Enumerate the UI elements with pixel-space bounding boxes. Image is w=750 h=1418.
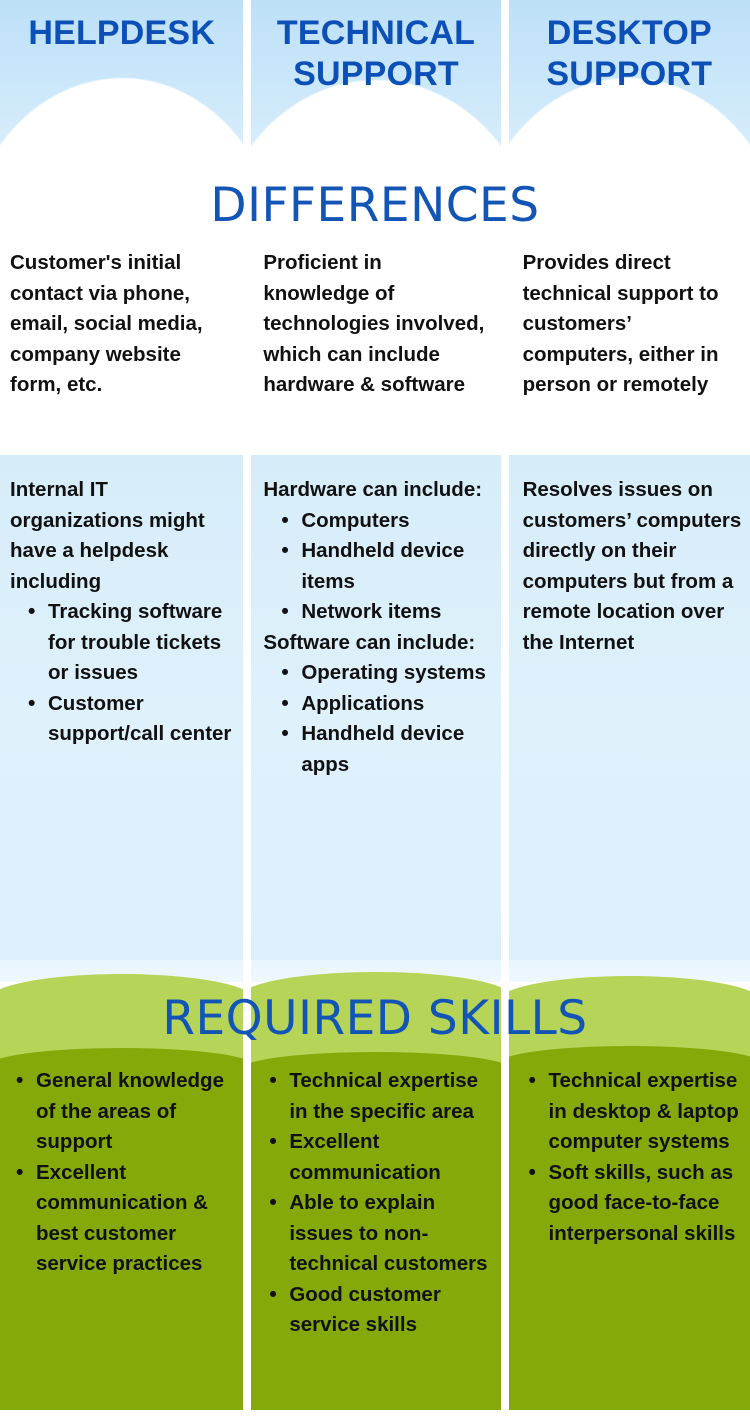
differences-row-two: Internal IT organizations might have a h… [0,455,750,975]
infographic-page: HELPDESK TECHNICAL SUPPORT DESKTOP SUPPO… [0,0,750,1418]
section-heading-required-skills: REQUIRED SKILLS [162,991,588,1046]
column-title-desktop-support: DESKTOP SUPPORT [546,14,713,94]
column-divider [501,1052,509,1410]
hardware-intro-text: Hardware can include: [263,478,483,501]
list-item: Customer support/call center [10,688,231,750]
software-bullet-list: Operating systems Applications Handheld … [263,657,492,780]
diff-cell-technical: Proficient in knowledge of technologies … [251,248,500,401]
list-item: Soft skills, such as good face-to-face i… [517,1157,740,1250]
skills-panel-technical: Technical expertise in the specific area… [251,1052,500,1410]
column-divider [500,0,509,160]
header-column-desktop-support: DESKTOP SUPPORT [508,0,750,160]
section-heading-differences: DIFFERENCES [210,178,540,233]
hardware-bullet-list: Computers Handheld device items Network … [263,505,492,628]
diff-text-desktop: Provides direct technical support to cus… [522,251,719,397]
column-divider [243,248,251,401]
list-item: Handheld device items [263,535,492,597]
diff-cell-desktop: Provides direct technical support to cus… [509,248,750,401]
header-sky-band: HELPDESK TECHNICAL SUPPORT DESKTOP SUPPO… [0,0,750,160]
list-item: Technical expertise in desktop & laptop … [517,1065,740,1158]
detail-panel-desktop: Resolves issues on customers’ computers … [508,455,750,975]
required-skills-row: General knowledge of the areas of suppor… [0,1052,750,1410]
column-divider [501,455,509,975]
header-column-technical-support: TECHNICAL SUPPORT [251,0,501,160]
diff-text-technical: Proficient in knowledge of technologies … [263,251,485,397]
column-divider [501,248,509,401]
list-item: Computers [263,505,492,537]
detail-panel-technical: Hardware can include: Computers Handheld… [251,455,501,975]
list-item: General knowledge of the areas of suppor… [4,1065,231,1158]
list-item: Tracking software for trouble tickets or… [10,596,231,689]
helpdesk-bullet-list: Tracking software for trouble tickets or… [10,596,231,750]
list-item: Able to explain issues to non-technical … [257,1187,490,1280]
header-column-helpdesk: HELPDESK [0,0,244,160]
list-item: Network items [263,596,492,628]
list-item: Excellent communication & best customer … [4,1157,231,1280]
differences-row-one: Customer's initial contact via phone, em… [0,248,750,401]
desktop-skills-list: Technical expertise in desktop & laptop … [517,1065,740,1250]
skills-panel-helpdesk: General knowledge of the areas of suppor… [0,1052,243,1410]
list-item: Technical expertise in the specific area [257,1065,490,1127]
list-item: Operating systems [263,657,492,689]
list-item: Good customer service skills [257,1279,490,1341]
list-item: Excellent communication [257,1126,490,1188]
list-item: Applications [263,688,492,720]
skills-panel-desktop: Technical expertise in desktop & laptop … [509,1052,750,1410]
desktop-detail-text: Resolves issues on customers’ computers … [522,478,742,654]
software-intro-text: Software can include: [263,630,476,654]
helpdesk-skills-list: General knowledge of the areas of suppor… [4,1065,231,1280]
helpdesk-intro-text: Internal IT organizations might have a h… [10,478,205,593]
column-divider [243,0,252,160]
column-divider [243,455,251,975]
diff-cell-helpdesk: Customer's initial contact via phone, em… [0,248,243,401]
list-item: Handheld device apps [263,718,492,780]
technical-skills-list: Technical expertise in the specific area… [257,1065,490,1341]
column-title-technical-support: TECHNICAL SUPPORT [276,14,476,94]
column-divider [243,1052,251,1410]
column-title-helpdesk: HELPDESK [28,14,216,52]
cloud-shape-icon [0,78,244,160]
detail-panel-helpdesk: Internal IT organizations might have a h… [0,455,244,975]
diff-text-helpdesk: Customer's initial contact via phone, em… [10,251,203,397]
